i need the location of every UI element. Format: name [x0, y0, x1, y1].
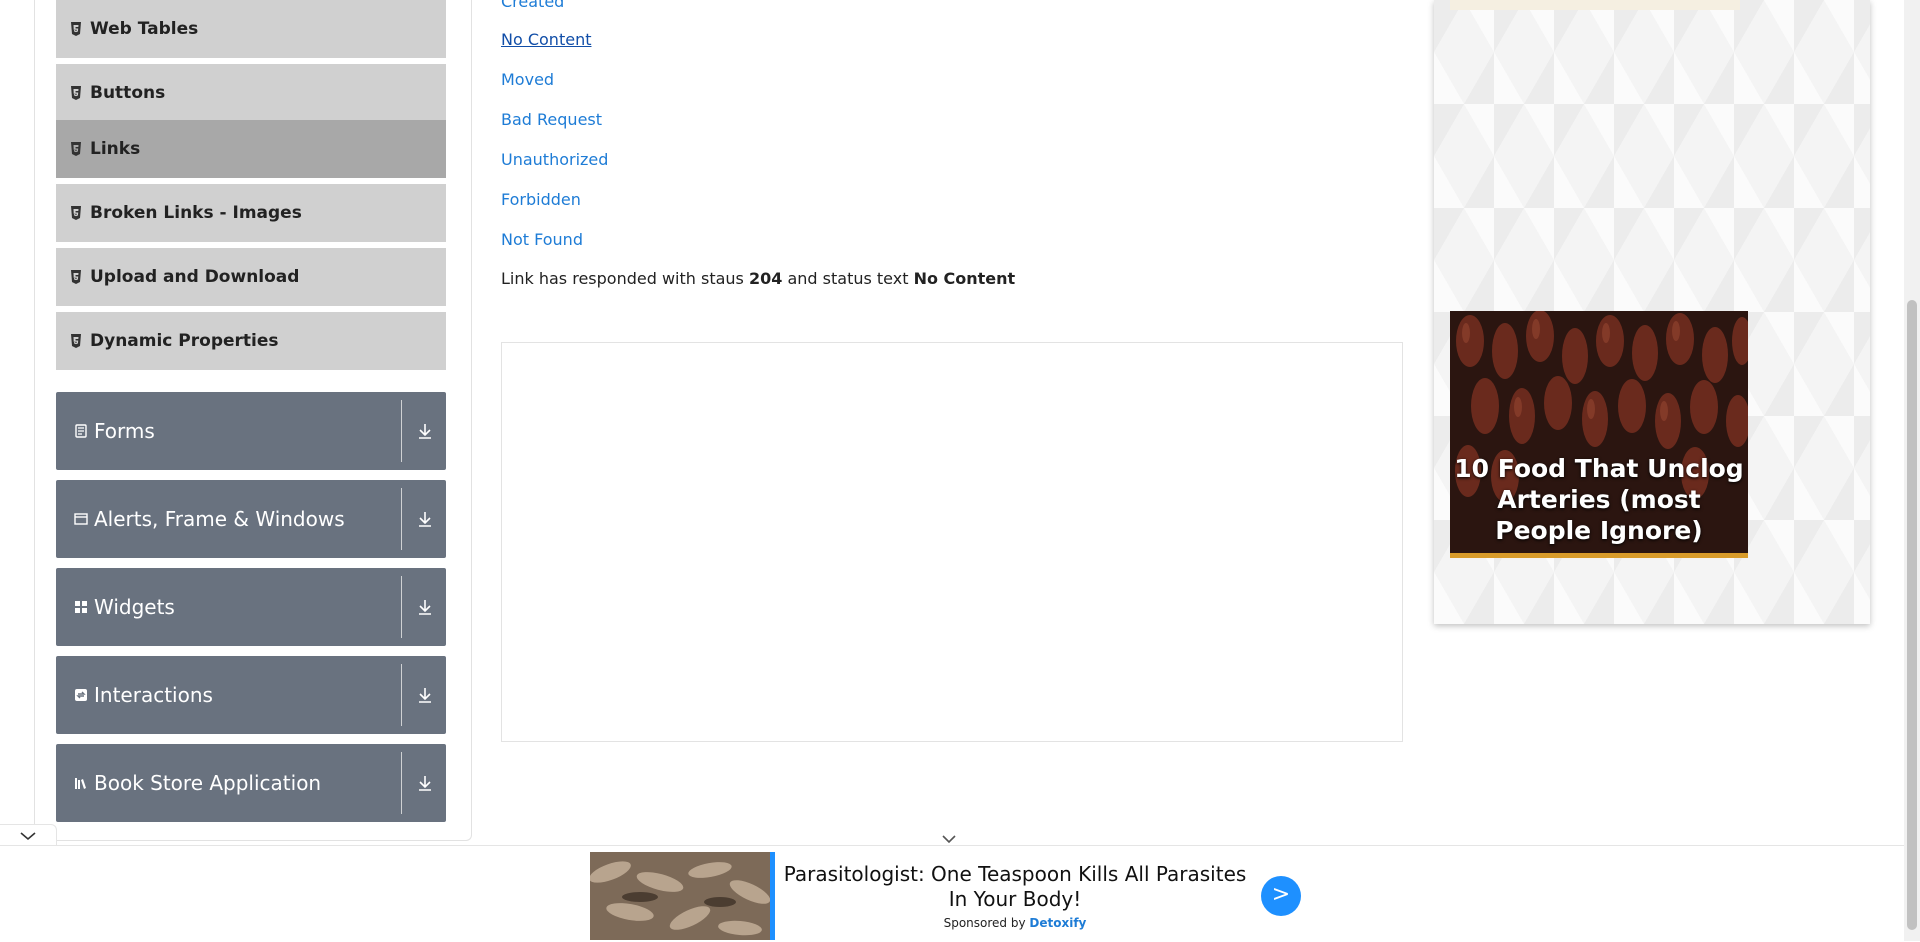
books-icon — [75, 778, 86, 789]
link-not-found[interactable]: Not Found — [501, 230, 583, 249]
status-text: No Content — [913, 269, 1016, 288]
divider — [401, 664, 402, 726]
sidebar-item-links[interactable]: Links — [56, 120, 446, 181]
scrollbar-thumb[interactable] — [1907, 300, 1917, 930]
sidebar-group-book-store[interactable]: Book Store Application — [56, 744, 446, 822]
sidebar-group-interactions[interactable]: Interactions — [56, 656, 446, 734]
sidebar-item-upload-and-download[interactable]: Upload and Download — [56, 248, 446, 309]
sidebar-item-label: Dynamic Properties — [90, 331, 279, 351]
html5-icon — [71, 206, 81, 220]
ad-sponsor: Sponsored by Detoxify — [943, 916, 1087, 930]
html5-icon — [71, 86, 81, 100]
sidebar-group-label: Book Store Application — [94, 771, 322, 795]
download-icon[interactable] — [414, 420, 436, 442]
download-icon[interactable] — [414, 508, 436, 530]
sidebar-group-label: Interactions — [94, 683, 213, 707]
sidebar-group-alerts-frame-windows[interactable]: Alerts, Frame & Windows — [56, 480, 446, 558]
divider — [401, 400, 402, 462]
sidebar-group-label: Forms — [94, 419, 155, 443]
sidebar-item-web-tables[interactable]: Web Tables — [56, 0, 446, 61]
ad-headline[interactable]: Parasitologist: One Teaspoon Kills All P… — [780, 862, 1250, 912]
sidebar-item-label: Buttons — [90, 83, 166, 103]
link-created[interactable]: Created — [501, 0, 564, 11]
parasites-image — [590, 852, 770, 940]
collapse-ad-button[interactable] — [0, 824, 57, 847]
interactions-icon — [75, 689, 87, 701]
html5-icon — [71, 22, 81, 36]
sidebar-item-dynamic-properties[interactable]: Dynamic Properties — [56, 312, 446, 373]
chevron-down-icon[interactable] — [938, 832, 960, 846]
sidebar-item-label: Upload and Download — [90, 267, 300, 287]
sidebar-item-label: Links — [90, 139, 141, 159]
ad-accent-bar — [770, 852, 775, 940]
download-icon[interactable] — [414, 772, 436, 794]
sidebar-item-buttons[interactable]: Buttons — [56, 64, 446, 125]
download-icon[interactable] — [414, 596, 436, 618]
page-scrollbar[interactable] — [1904, 0, 1920, 941]
ad-brand-link[interactable]: Detoxify — [1029, 916, 1086, 930]
link-no-content[interactable]: No Content — [501, 30, 591, 49]
sidebar-item-label: Broken Links - Images — [90, 203, 302, 223]
link-moved[interactable]: Moved — [501, 70, 554, 89]
sidebar-item-broken-links-images[interactable]: Broken Links - Images — [56, 184, 446, 245]
html5-icon — [71, 334, 81, 348]
bottom-ad-banner[interactable]: Parasitologist: One Teaspoon Kills All P… — [0, 845, 1904, 942]
ad-strip — [1450, 0, 1740, 10]
food-ad-text: 10 Food That Unclog Arteries (most Peopl… — [1454, 454, 1744, 545]
form-icon — [75, 424, 87, 438]
link-unauthorized[interactable]: Unauthorized — [501, 150, 608, 169]
widgets-icon — [75, 601, 87, 613]
sidebar-group-forms[interactable]: Forms — [56, 392, 446, 470]
download-icon[interactable] — [414, 684, 436, 706]
sidebar-group-label: Alerts, Frame & Windows — [94, 507, 345, 531]
window-icon — [74, 513, 88, 525]
link-response-message: Link has responded with staus 204 and st… — [501, 269, 1016, 288]
food-ad[interactable]: 10 Food That Unclog Arteries (most Peopl… — [1450, 311, 1748, 558]
html5-icon — [71, 142, 81, 156]
chevron-down-icon — [20, 832, 36, 841]
sidebar-group-label: Widgets — [94, 595, 175, 619]
sidebar-item-label: Web Tables — [90, 19, 199, 39]
divider — [401, 488, 402, 550]
ad-go-button[interactable]: > — [1261, 876, 1301, 916]
html5-icon — [71, 270, 81, 284]
divider — [401, 576, 402, 638]
ad-placeholder — [501, 342, 1403, 742]
ad-image — [590, 852, 770, 940]
status-code: 204 — [748, 269, 783, 288]
link-forbidden[interactable]: Forbidden — [501, 190, 581, 209]
divider — [401, 752, 402, 814]
sidebar-group-widgets[interactable]: Widgets — [56, 568, 446, 646]
link-bad-request[interactable]: Bad Request — [501, 110, 602, 129]
food-ad-bar — [1450, 553, 1748, 558]
